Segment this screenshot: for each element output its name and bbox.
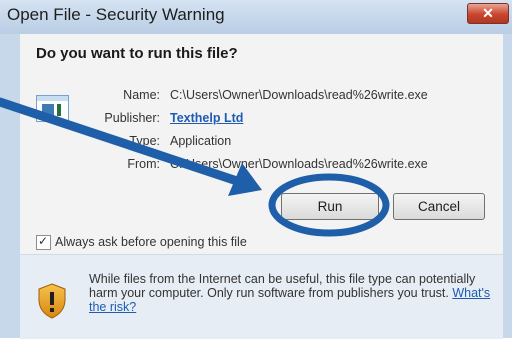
security-shield-icon: [38, 283, 66, 319]
type-label: Type:: [129, 134, 160, 148]
dialog-question: Do you want to run this file?: [36, 45, 238, 62]
title-bar: Open File - Security Warning ✕: [0, 0, 512, 34]
window-title: Open File - Security Warning: [7, 5, 225, 24]
close-button[interactable]: ✕: [467, 3, 509, 24]
type-value: Application: [170, 134, 232, 148]
warning-text: While files from the Internet can be use…: [89, 272, 476, 300]
cancel-button[interactable]: Cancel: [393, 193, 485, 220]
always-ask-checkbox[interactable]: ✓: [36, 234, 51, 250]
from-label: From:: [127, 157, 160, 171]
security-warning-dialog: Open File - Security Warning ✕ Do you wa…: [0, 0, 512, 339]
run-button[interactable]: Run: [281, 193, 379, 220]
name-label: Name:: [123, 88, 160, 102]
always-ask-label: Always ask before opening this file: [55, 235, 247, 249]
checkmark-icon: ✓: [38, 234, 49, 248]
from-value: C:\Users\Owner\Downloads\read%26write.ex…: [170, 157, 428, 171]
publisher-label: Publisher:: [104, 111, 160, 125]
warning-message: While files from the Internet can be use…: [89, 272, 494, 314]
publisher-link[interactable]: Texthelp Ltd: [170, 111, 243, 125]
name-value: C:\Users\Owner\Downloads\read%26write.ex…: [170, 88, 428, 102]
